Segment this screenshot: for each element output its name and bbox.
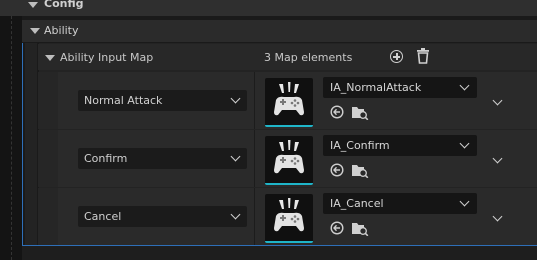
asset-thumbnail[interactable] — [265, 194, 313, 243]
tree-guide-line — [11, 16, 12, 260]
chevron-down-icon — [459, 80, 470, 91]
browse-to-asset-icon[interactable] — [351, 220, 369, 236]
gamepad-thumbnail-icon — [274, 140, 304, 174]
browse-to-asset-icon[interactable] — [351, 162, 369, 178]
asset-picker[interactable]: IA_Confirm — [323, 135, 477, 156]
chevron-down-icon — [230, 209, 241, 220]
asset-picker[interactable]: IA_Cancel — [323, 193, 477, 214]
key-combo-box[interactable]: Normal Attack — [78, 90, 247, 111]
map-row: Confirm IA_Confirm — [38, 130, 537, 187]
use-selected-asset-icon[interactable] — [330, 105, 344, 119]
browse-to-asset-icon[interactable] — [351, 104, 369, 120]
key-value: Cancel — [84, 210, 122, 223]
collapse-arrow-icon[interactable] — [28, 2, 38, 8]
config-category-label: Config — [44, 0, 84, 10]
use-selected-asset-icon[interactable] — [330, 221, 344, 235]
asset-thumbnail[interactable] — [265, 78, 313, 127]
ability-category-header[interactable]: Ability — [22, 20, 537, 42]
asset-name: IA_Confirm — [330, 139, 390, 152]
chevron-down-icon — [459, 138, 470, 149]
config-category-header[interactable]: Config — [0, 0, 537, 16]
expand-arrow-icon[interactable] — [30, 28, 40, 34]
gamepad-thumbnail-icon — [274, 82, 304, 116]
asset-thumbnail[interactable] — [265, 136, 313, 185]
key-combo-box[interactable]: Confirm — [78, 148, 247, 169]
gamepad-thumbnail-icon — [274, 198, 304, 232]
property-name: Ability Input Map — [60, 51, 154, 64]
add-element-icon[interactable] — [390, 50, 403, 63]
chevron-down-icon — [230, 93, 241, 104]
asset-name: IA_NormalAttack — [330, 81, 422, 94]
delete-all-icon[interactable] — [416, 48, 430, 64]
expand-arrow-icon[interactable] — [45, 55, 55, 61]
map-row: Normal Attack IA_NormalAttack — [38, 72, 537, 129]
column-divider — [254, 188, 255, 245]
ability-category-label: Ability — [44, 24, 79, 37]
map-row: Cancel IA_Cancel — [38, 188, 537, 245]
ability-input-map-property[interactable]: Ability Input Map 3 Map elements — [38, 44, 537, 70]
key-combo-box[interactable]: Cancel — [78, 206, 247, 227]
key-value: Normal Attack — [84, 94, 163, 107]
column-divider — [254, 72, 255, 129]
key-value: Confirm — [84, 152, 128, 165]
map-element-count: 3 Map elements — [264, 51, 353, 64]
chevron-down-icon — [459, 196, 470, 207]
use-selected-asset-icon[interactable] — [330, 163, 344, 177]
indent-rail — [23, 43, 25, 245]
chevron-down-icon — [230, 151, 241, 162]
asset-picker[interactable]: IA_NormalAttack — [323, 77, 477, 98]
details-panel-footer — [22, 246, 537, 260]
column-divider — [254, 130, 255, 187]
asset-name: IA_Cancel — [330, 197, 384, 210]
ability-input-map-panel: Ability Input Map 3 Map elements Normal … — [22, 43, 537, 246]
